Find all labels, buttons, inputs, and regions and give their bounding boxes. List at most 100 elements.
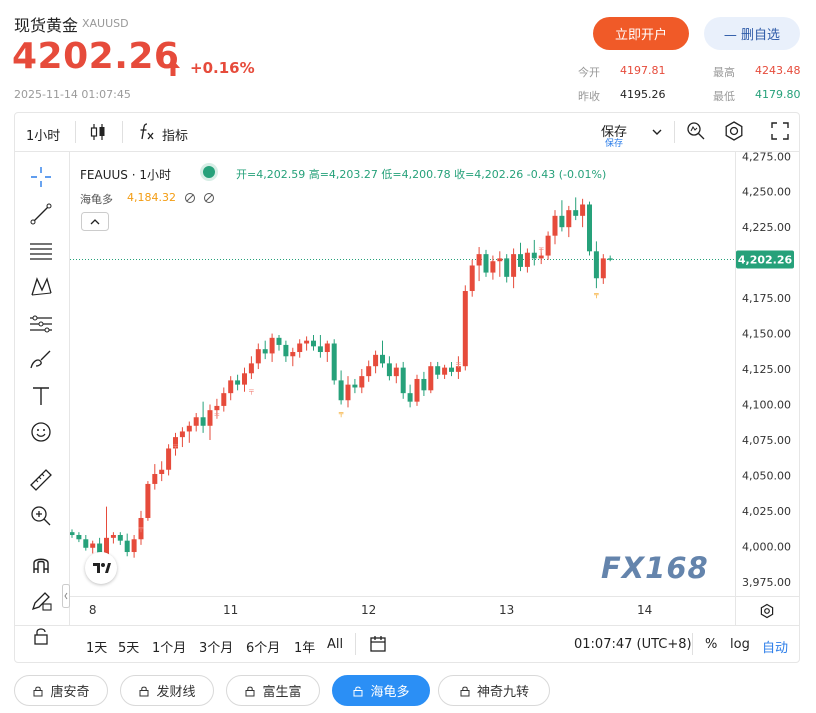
signal-marker: 〒 <box>338 411 345 419</box>
candle-body <box>228 380 234 394</box>
candle-body <box>393 367 399 377</box>
candle-body <box>607 258 613 260</box>
candle-body <box>297 343 303 353</box>
range-all[interactable]: All <box>327 637 343 652</box>
x-tick-label: 11 <box>223 603 238 617</box>
candle-body <box>269 337 275 354</box>
tradingview-icon <box>93 563 111 573</box>
tag-fa-cai-xian[interactable]: 发财线 <box>120 675 214 706</box>
candle-body <box>518 254 523 267</box>
candle-body <box>593 251 599 279</box>
candle-body <box>235 380 241 385</box>
bottom-sep <box>355 633 356 655</box>
y-tick-label: 4,250.00 <box>742 186 791 199</box>
signal-marker: 〒 <box>593 292 600 300</box>
tradingview-logo[interactable] <box>85 552 117 584</box>
axis-settings-icon[interactable] <box>759 603 775 619</box>
candle-body <box>345 384 351 401</box>
watermark-logo: FX168 <box>601 551 709 585</box>
candle-body <box>476 254 482 266</box>
y-tick-label: 4,000.00 <box>742 540 791 553</box>
candlestick-chart: 4,275.004,250.004,225.004,200.004,175.00… <box>70 150 794 617</box>
candle-body <box>552 215 558 236</box>
bottom-sep <box>692 633 693 655</box>
tag-label: 唐安奇 <box>50 685 90 700</box>
candle-body <box>193 417 199 426</box>
percent-scale-toggle[interactable]: % <box>705 637 717 652</box>
x-tick-label: 12 <box>361 603 376 617</box>
candle-body <box>504 258 510 277</box>
log-scale-toggle[interactable]: log <box>730 637 750 652</box>
x-tick-label: 8 <box>89 603 97 617</box>
tag-shen-qi-jiu-zhuan[interactable]: 神奇九转 <box>438 675 550 706</box>
candle-body <box>262 349 268 354</box>
range-3m[interactable]: 3个月 <box>199 637 233 656</box>
candle-body <box>255 349 261 364</box>
y-tick-label: 4,175.00 <box>742 292 791 305</box>
range-1y[interactable]: 1年 <box>294 637 315 656</box>
y-tick-label: 4,025.00 <box>742 505 791 518</box>
lock-icon <box>245 686 255 696</box>
candle-body <box>152 474 158 484</box>
tag-tang-an-qi[interactable]: 唐安奇 <box>14 675 108 706</box>
candle-body <box>449 367 454 372</box>
candle-body <box>386 363 392 377</box>
candle-body <box>110 535 116 538</box>
candle-body <box>566 210 572 228</box>
candles-group <box>70 197 613 561</box>
candle-body <box>373 354 379 367</box>
candle-body <box>221 393 227 406</box>
candle-body <box>587 204 592 252</box>
candle-body <box>90 543 96 548</box>
chart-clock[interactable]: 01:07:47 (UTC+8) <box>574 637 692 652</box>
candle-body <box>124 540 130 553</box>
candle-body <box>352 384 358 388</box>
calendar-goto-icon[interactable] <box>368 634 388 654</box>
signal-marker: 〒 <box>455 361 462 369</box>
candle-body <box>462 291 468 367</box>
range-1d[interactable]: 1天 <box>86 637 107 656</box>
candle-body <box>600 258 606 279</box>
candle-body <box>483 254 489 273</box>
candle-body <box>380 354 385 364</box>
candle-body <box>331 343 337 381</box>
candle-body <box>166 448 172 470</box>
y-tick-label: 4,125.00 <box>742 363 791 376</box>
candle-body <box>179 431 185 438</box>
candle-body <box>242 373 247 385</box>
y-tick-label: 4,075.00 <box>742 434 791 447</box>
signal-marker: 〒 <box>248 388 255 396</box>
candle-body <box>490 261 496 273</box>
candle-body <box>407 393 413 402</box>
lock-icon <box>139 686 149 696</box>
range-5d[interactable]: 5天 <box>118 637 139 656</box>
candle-body <box>311 340 316 347</box>
candle-body <box>442 367 448 375</box>
candle-body <box>559 215 565 228</box>
x-tick-label: 14 <box>637 603 652 617</box>
range-1m[interactable]: 1个月 <box>152 637 186 656</box>
tag-label: 发财线 <box>156 685 196 700</box>
candle-body <box>276 337 282 345</box>
candle-body <box>131 539 137 553</box>
candle-body <box>70 532 75 536</box>
candle-body <box>428 366 434 391</box>
tag-fu-sheng-fu[interactable]: 富生富 <box>226 675 320 706</box>
auto-scale-toggle[interactable]: 自动 <box>762 637 788 656</box>
candle-body <box>545 235 551 256</box>
candle-body <box>304 340 310 344</box>
y-tick-label: 4,275.00 <box>742 150 791 163</box>
candle-body <box>359 376 365 388</box>
tag-hai-gui-duo[interactable]: 海龟多 <box>332 675 430 706</box>
y-tick-label: 4,150.00 <box>742 328 791 341</box>
candle-body <box>538 255 544 259</box>
candle-body <box>324 343 330 353</box>
candle-body <box>524 252 530 267</box>
y-tick-label: 4,225.00 <box>742 221 791 234</box>
candle-body <box>435 366 441 375</box>
candle-body <box>497 258 503 262</box>
candle-body <box>338 380 344 401</box>
lock-icon <box>33 686 43 696</box>
signal-marker: 〒 <box>213 412 220 420</box>
range-6m[interactable]: 6个月 <box>246 637 280 656</box>
